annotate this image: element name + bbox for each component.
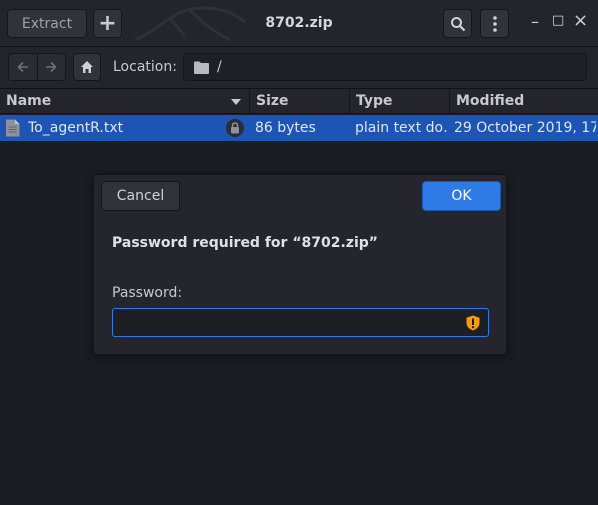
column-header-size-label: Size <box>256 93 289 109</box>
lock-icon <box>231 122 239 134</box>
location-field[interactable]: / <box>183 53 587 81</box>
location-path: / <box>217 59 222 75</box>
more-vertical-icon <box>492 15 497 32</box>
extract-button[interactable]: Extract <box>7 9 87 38</box>
table-row[interactable]: To_agentR.txt 86 bytes plain text do… 29… <box>0 115 598 141</box>
location-bar: Location: / <box>0 47 598 89</box>
kali-dragon-watermark-icon <box>134 6 246 42</box>
search-icon <box>450 16 465 31</box>
header-bar: Extract + 8702.zip – □ × <box>0 0 598 47</box>
ok-button[interactable]: OK <box>422 181 501 211</box>
text-file-icon <box>6 119 20 137</box>
menu-button[interactable] <box>480 9 509 38</box>
minimize-button[interactable]: – <box>531 12 539 31</box>
back-button[interactable] <box>9 54 37 80</box>
password-input[interactable] <box>113 309 463 336</box>
location-label: Location: <box>113 59 177 75</box>
password-label: Password: <box>112 285 183 301</box>
column-header-modified-label: Modified <box>456 93 525 109</box>
caps-lock-warning-icon <box>466 315 480 331</box>
file-size: 86 bytes <box>255 120 316 136</box>
dialog-title: Password required for “8702.zip” <box>112 235 378 251</box>
arrow-right-icon <box>46 61 57 73</box>
home-icon <box>81 61 93 73</box>
column-header-size[interactable]: Size <box>250 89 350 114</box>
column-header-name[interactable]: Name <box>0 89 250 114</box>
column-header-type[interactable]: Type <box>350 89 450 114</box>
folder-icon <box>194 61 209 74</box>
password-dialog: Cancel OK Password required for “8702.zi… <box>93 174 507 355</box>
sort-down-icon <box>231 99 241 105</box>
home-button[interactable] <box>73 53 101 81</box>
forward-button[interactable] <box>36 54 66 80</box>
column-header-name-label: Name <box>6 93 52 109</box>
close-button[interactable]: × <box>573 10 588 31</box>
search-button[interactable] <box>443 9 472 38</box>
file-type: plain text do… <box>355 120 447 136</box>
file-name: To_agentR.txt <box>28 120 124 136</box>
arrow-left-icon <box>17 61 28 73</box>
maximize-button[interactable]: □ <box>552 13 564 28</box>
navigation-group <box>8 53 66 81</box>
password-field[interactable] <box>112 308 489 337</box>
column-header-modified[interactable]: Modified <box>450 89 598 114</box>
cancel-button[interactable]: Cancel <box>101 181 180 211</box>
column-headers: Name Size Type Modified <box>0 89 598 114</box>
add-files-button[interactable]: + <box>93 9 122 38</box>
encrypted-badge <box>226 119 244 137</box>
add-icon: + <box>98 11 117 36</box>
window-title: 8702.zip <box>265 15 333 31</box>
file-modified: 29 October 2019, 17… <box>454 120 596 136</box>
column-header-type-label: Type <box>356 93 393 109</box>
